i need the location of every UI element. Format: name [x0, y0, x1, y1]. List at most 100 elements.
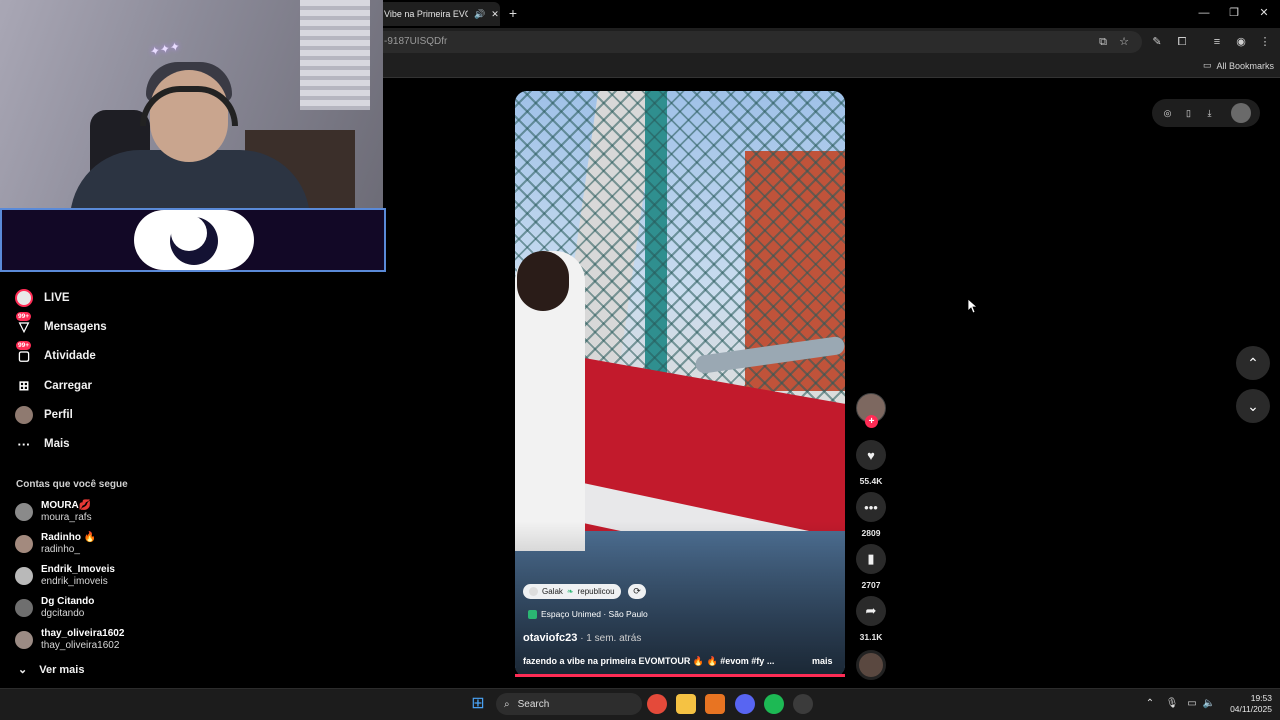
phone-icon[interactable]: ▯: [1181, 106, 1196, 121]
chrome-icon[interactable]: [647, 694, 667, 714]
speaker-icon[interactable]: 🔊: [474, 9, 485, 20]
save-count: 2707: [861, 580, 881, 590]
sidebar-item-more[interactable]: ··· Mais: [14, 433, 70, 455]
chevron-up-icon: ⌃: [1247, 355, 1259, 371]
caption-more-link[interactable]: mais: [812, 656, 833, 666]
repost-badge[interactable]: Galak ❧ republicou: [523, 584, 621, 599]
comment-icon: •••: [864, 499, 878, 515]
sidebar-item-label: LIVE: [44, 292, 70, 304]
sidebar-item-messages[interactable]: ▽ 99+ Mensagens: [14, 312, 107, 338]
account-name: Dg Citando: [41, 596, 95, 607]
leaf-icon: ❧: [566, 587, 574, 596]
chevron-up-icon[interactable]: ⌃: [1143, 697, 1157, 711]
puzzle-icon[interactable]: ⧠: [1173, 33, 1191, 51]
maximize-button[interactable]: ❐: [1220, 4, 1248, 22]
previous-video-button[interactable]: ⌃: [1236, 346, 1270, 380]
share-button[interactable]: ➦: [856, 596, 886, 626]
save-button[interactable]: ▮: [856, 544, 886, 574]
account-handle: thay_oliveira1602: [41, 640, 120, 651]
sidebar-item-label: Perfil: [44, 409, 73, 421]
see-more-button[interactable]: ⌄ Ver mais: [18, 663, 85, 677]
minimize-button[interactable]: —: [1190, 4, 1218, 22]
avatar: [15, 535, 33, 553]
menu-icon[interactable]: ⋮: [1256, 33, 1274, 51]
new-tab-button[interactable]: +: [505, 4, 521, 22]
profile-icon[interactable]: ◉: [1232, 33, 1250, 51]
compass-icon[interactable]: ◎: [1160, 106, 1175, 121]
moon-logo-icon: [170, 215, 218, 265]
volume-icon[interactable]: 🔈: [1202, 697, 1216, 711]
spotify-icon[interactable]: [764, 694, 784, 714]
comment-count: 2809: [861, 528, 881, 538]
folder-icon: ▭: [1203, 60, 1212, 70]
sidebar-item-profile[interactable]: Perfil: [14, 404, 73, 426]
media-icon[interactable]: ≡: [1208, 33, 1226, 51]
extension-icon[interactable]: ✎: [1148, 33, 1166, 51]
network-icon[interactable]: ▭: [1185, 697, 1199, 711]
file-explorer-icon[interactable]: [676, 694, 696, 714]
message-icon: ▽ 99+: [16, 312, 32, 334]
microphone-icon[interactable]: 🎙: [1165, 697, 1179, 711]
repost-icon[interactable]: ⟳: [628, 584, 646, 599]
profile-avatar-icon: [14, 405, 34, 425]
following-account[interactable]: Dg Citando dgcitando: [15, 594, 94, 622]
follow-plus-icon[interactable]: +: [865, 415, 878, 428]
repost-text: republicou: [577, 587, 615, 596]
account-handle: moura_rafs: [41, 512, 92, 523]
location-tag[interactable]: Espaço Unimed · São Paulo: [528, 609, 648, 619]
all-bookmarks-button[interactable]: ▭ All Bookmarks: [1203, 60, 1274, 71]
mouse-cursor-icon: [968, 299, 978, 313]
download-icon[interactable]: ⤓: [1202, 106, 1217, 121]
location-icon: [528, 609, 537, 619]
bookmark-icon: ▮: [867, 551, 875, 566]
search-icon: ⌕: [504, 698, 510, 710]
sidebar-item-label: Atividade: [44, 350, 96, 362]
install-app-icon[interactable]: ⧉: [1094, 33, 1112, 51]
sidebar-item-live[interactable]: LIVE: [14, 287, 70, 309]
video-author[interactable]: otaviofc23 · 1 sem. atrás: [523, 632, 641, 644]
following-account[interactable]: thay_oliveira1602 thay_oliveira1602: [15, 626, 124, 654]
account-handle: dgcitando: [41, 608, 85, 619]
app-icon[interactable]: [705, 694, 725, 714]
all-bookmarks-label: All Bookmarks: [1216, 60, 1275, 71]
account-name: MOURA💋: [41, 500, 92, 511]
discord-icon[interactable]: [735, 694, 755, 714]
tab-active[interactable]: Vibe na Primeira EVOM 🔊 ✕: [376, 2, 500, 26]
following-account[interactable]: Radinho 🔥 radinho_: [15, 530, 96, 558]
sidebar-item-upload[interactable]: ⊞ Carregar: [14, 375, 92, 397]
music-disc-icon[interactable]: [856, 650, 886, 680]
obs-icon[interactable]: [793, 694, 813, 714]
chevron-down-icon: ⌄: [1247, 398, 1259, 414]
like-button[interactable]: ♥: [856, 440, 886, 470]
author-name: otaviofc23: [523, 632, 578, 644]
avatar[interactable]: [1231, 103, 1251, 123]
repost-user: Galak: [542, 587, 563, 596]
webcam-overlay: ✦✦✦: [0, 0, 383, 208]
account-name: Radinho 🔥: [41, 532, 97, 543]
address-bar[interactable]: -9187UISQDfr: [370, 31, 1142, 53]
following-account[interactable]: Endrik_Imoveis endrik_imoveis: [15, 562, 115, 590]
see-more-label: Ver mais: [39, 663, 85, 676]
inbox-icon: ▢ 99+: [16, 341, 32, 363]
video-progress-bar[interactable]: [515, 674, 845, 677]
account-name: thay_oliveira1602: [41, 628, 125, 639]
close-window-button[interactable]: ✕: [1250, 4, 1278, 22]
comment-button[interactable]: •••: [856, 492, 886, 522]
tab-close-icon[interactable]: ✕: [491, 9, 499, 20]
account-handle: radinho_: [41, 544, 80, 555]
taskbar-search[interactable]: ⌕ Search: [496, 693, 642, 715]
sidebar-item-label: Mensagens: [44, 321, 107, 333]
windows-start-icon[interactable]: ⊞: [468, 694, 488, 714]
bookmark-star-icon[interactable]: ☆: [1115, 33, 1133, 51]
following-section-title: Contas que você segue: [16, 479, 128, 490]
next-video-button[interactable]: ⌄: [1236, 389, 1270, 423]
sidebar-item-activity[interactable]: ▢ 99+ Atividade: [14, 341, 96, 367]
system-clock[interactable]: 19:53 04/11/2025: [1218, 693, 1272, 715]
share-count: 31.1K: [859, 632, 883, 642]
following-account[interactable]: MOURA💋 moura_rafs: [15, 498, 92, 526]
share-icon: ➦: [865, 603, 877, 618]
post-time: · 1 sem. atrás: [577, 633, 642, 644]
avatar: [529, 587, 538, 596]
sidebar-item-label: Mais: [44, 438, 70, 450]
badge: 99+: [16, 341, 32, 350]
